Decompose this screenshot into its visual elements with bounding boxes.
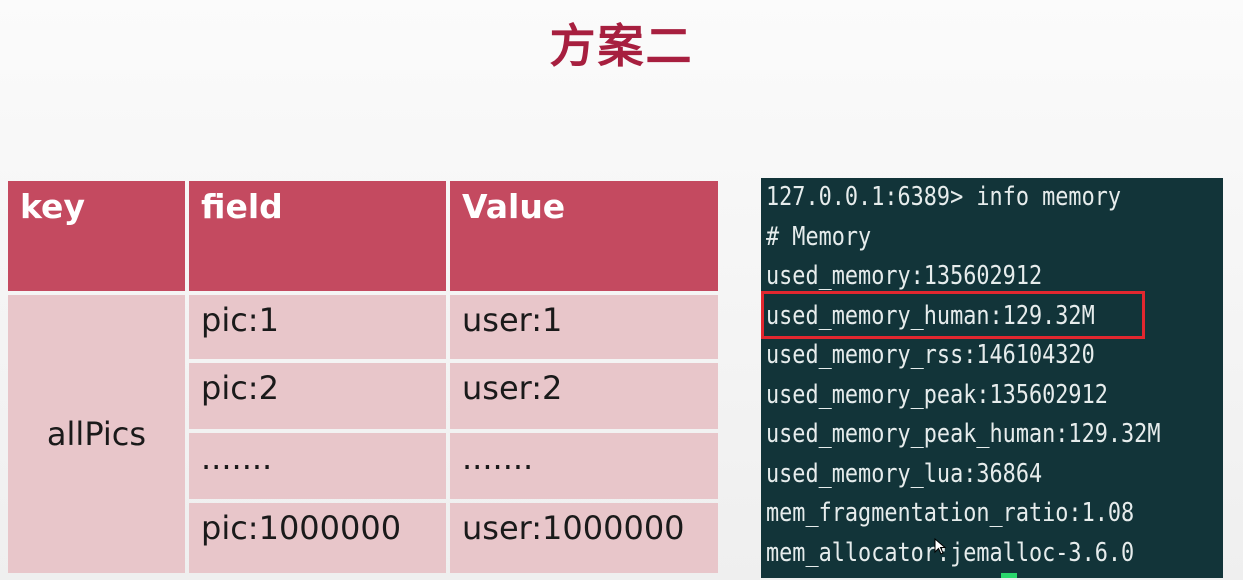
- terminal-line: # Memory: [766, 222, 872, 252]
- terminal-command-line: 127.0.0.1:6389> info memory: [766, 182, 1122, 212]
- table-row-2-value: user:2: [450, 363, 718, 429]
- terminal-line: mem_fragmentation_ratio:1.08: [766, 498, 1135, 528]
- highlight-box: [761, 291, 1145, 339]
- terminal-line: used_memory_peak:135602912: [766, 380, 1108, 410]
- hash-structure-table: key field Value allPics pic:1 user:1 pic…: [8, 181, 718, 573]
- header-key: key: [8, 181, 185, 291]
- table-row-3-field: .......: [189, 433, 446, 499]
- terminal-window[interactable]: 127.0.0.1:6389> info memory # Memory use…: [761, 178, 1223, 578]
- table-row-1-field: pic:1: [189, 295, 446, 359]
- mouse-pointer-icon: [934, 538, 947, 555]
- terminal-line: mem_allocator:jemalloc-3.6.0: [766, 538, 1135, 568]
- key-cell: allPics: [8, 295, 185, 573]
- table-row-2-field: pic:2: [189, 363, 446, 429]
- table-row-1-value: user:1: [450, 295, 718, 359]
- slide-title: 方案二: [549, 19, 694, 73]
- header-value: Value: [450, 181, 718, 291]
- terminal-line: used_memory_rss:146104320: [766, 340, 1095, 370]
- table-row-4-value: user:1000000: [450, 503, 718, 573]
- terminal-line: used_memory_peak_human:129.32M: [766, 419, 1161, 449]
- header-field: field: [189, 181, 446, 291]
- terminal-line: used_memory_lua:36864: [766, 459, 1043, 489]
- terminal-line: used_memory:135602912: [766, 261, 1043, 291]
- table-row-4-field: pic:1000000: [189, 503, 446, 573]
- terminal-cursor: [1001, 573, 1017, 578]
- table-row-3-value: .......: [450, 433, 718, 499]
